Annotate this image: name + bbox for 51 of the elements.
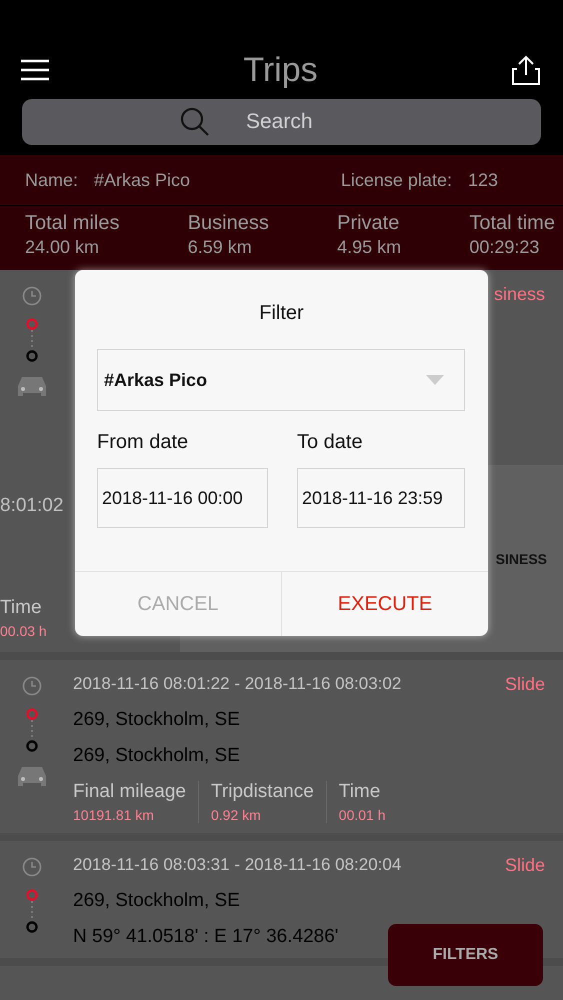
stat-value: 00.03 h	[0, 623, 47, 639]
plate-number: 123	[468, 170, 498, 190]
clock-icon	[22, 857, 42, 877]
stat-label: Tripdistance	[211, 781, 314, 803]
stat-value: 10191.81 km	[73, 807, 155, 823]
trip-time-text: 8:01:02	[0, 495, 64, 517]
to-date-label: To date	[297, 431, 364, 454]
stat-value: 00.01 h	[338, 807, 386, 823]
search-field[interactable]: Search	[22, 99, 541, 145]
total-value: 24.00 km	[25, 237, 100, 258]
end-address: N 59° 41.0518' : E 17° 36.4286'	[73, 926, 340, 948]
total-label: Private	[337, 212, 400, 235]
start-address: 269, Stockholm, SE	[73, 890, 241, 912]
route-icon	[25, 708, 39, 752]
stat-label: Time	[0, 597, 42, 619]
stat-value: 0.92 km	[211, 807, 262, 823]
vehicle-dropdown[interactable]: #Arkas Pico	[97, 349, 465, 411]
search-icon	[180, 107, 210, 137]
total-value: 4.95 km	[337, 237, 402, 258]
clock-icon	[22, 286, 42, 306]
clock-icon	[22, 676, 42, 696]
share-icon[interactable]	[510, 55, 541, 85]
total-label: Total time	[469, 212, 555, 235]
total-value: 00:29:23	[469, 237, 540, 258]
dialog-title: Filter	[259, 302, 304, 325]
from-date-label: From date	[97, 431, 190, 454]
menu-icon[interactable]	[20, 59, 50, 81]
trip-type-label: Slide	[504, 855, 545, 876]
end-address: 269, Stockholm, SE	[73, 745, 241, 767]
trip-type-label: Slide	[504, 674, 545, 695]
trip-type-label: siness	[494, 284, 545, 306]
screen-title: Trips	[243, 50, 318, 90]
total-value: 6.59 km	[188, 237, 253, 258]
to-date-field[interactable]: 2018-11-16 23:59	[297, 468, 465, 528]
route-icon	[25, 889, 39, 933]
execute-button[interactable]: EXECUTE	[281, 572, 488, 636]
filters-button[interactable]: FILTERS	[388, 924, 543, 986]
from-date-field[interactable]: 2018-11-16 00:00	[97, 468, 268, 528]
name-label: Name:	[25, 170, 78, 190]
vehicle-name: #Arkas Pico	[94, 170, 190, 190]
stat-label: Time	[338, 781, 382, 803]
caret-icon	[426, 375, 444, 385]
trip-date-range: 2018-11-16 08:03:31 - 2018-11-16 08:20:04	[73, 855, 402, 876]
stat-label: Final mileage	[73, 781, 186, 803]
total-label: Total miles	[25, 212, 120, 235]
route-icon	[25, 318, 39, 362]
plate-label: License plate:	[340, 170, 452, 190]
total-label: Business	[188, 212, 269, 235]
start-address: 269, Stockholm, SE	[73, 709, 241, 731]
action-label: SINESS	[496, 550, 547, 566]
trip-date-range: 2018-11-16 08:01:22 - 2018-11-16 08:03:02	[73, 674, 402, 695]
